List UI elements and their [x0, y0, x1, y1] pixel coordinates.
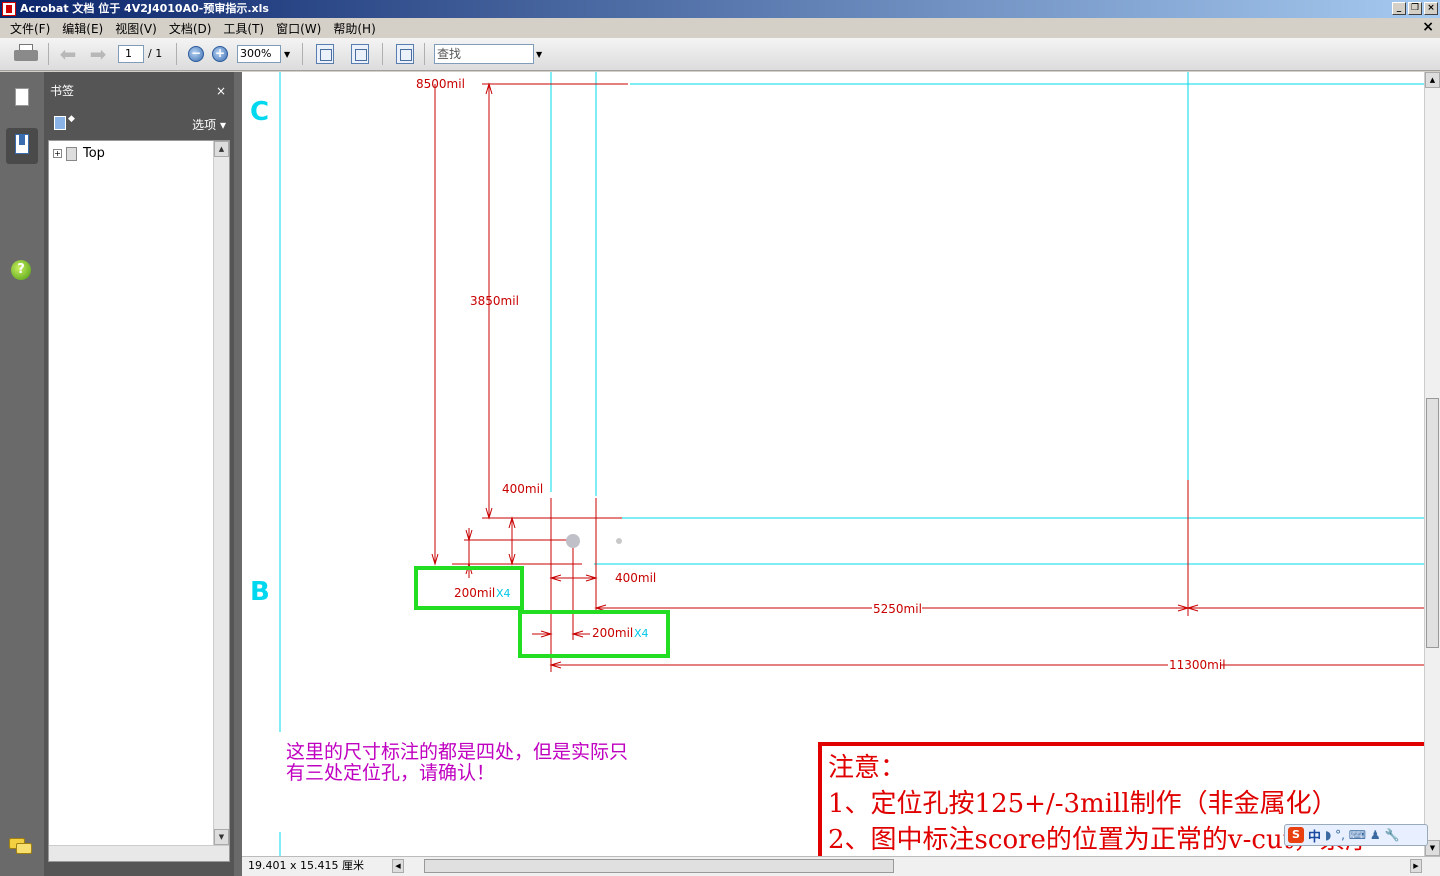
toolbar-separator [302, 43, 303, 65]
toolbar: ⬅ ➡ 1 / 1 − + 300% ▼ 查找 ▼ [0, 38, 1440, 71]
notice-heading: 注意： [828, 753, 907, 783]
minimize-button[interactable]: _ [1392, 2, 1406, 15]
previous-page-icon[interactable]: ⬅ [58, 44, 78, 64]
dim-200-upper: 200mil [454, 586, 495, 600]
options-menu-button[interactable]: 选项 ▾ [192, 116, 226, 133]
menu-help[interactable]: 帮助(H) [327, 20, 381, 37]
review-comment: 这里的尺寸标注的都是四处，但是实际只有三处定位孔，请确认！ [286, 741, 629, 784]
bookmark-horizontal-scrollbar[interactable] [49, 845, 229, 861]
bookmark-item[interactable]: + Top [53, 146, 105, 161]
menu-view[interactable]: 视图(V) [109, 20, 163, 37]
acrobat-app-icon [2, 2, 16, 16]
bookmark-label: Top [83, 146, 105, 161]
page-number-input[interactable]: 1 [118, 45, 144, 63]
menu-tools[interactable]: 工具(T) [217, 20, 270, 37]
document-vertical-scrollbar[interactable]: ▲ ▼ [1424, 72, 1440, 856]
locating-hole [566, 534, 580, 548]
expand-icon[interactable]: + [53, 149, 62, 158]
dim-400-horizontal: 400mil [615, 571, 656, 585]
bookmarks-tab[interactable] [6, 128, 38, 164]
scroll-up-icon[interactable]: ▲ [214, 141, 229, 157]
scrolling-mode-icon[interactable] [396, 44, 414, 64]
drawing-canvas: C B 8500mil 3850mil 400mil 400mil 200mil… [250, 72, 1424, 856]
dim-8500: 8500mil [416, 77, 465, 91]
ime-toolbar[interactable]: S 中 ◗ °, ⌨ ♟ 🔧 [1284, 824, 1428, 846]
zoom-level-input[interactable]: 300% [237, 45, 281, 63]
toolbar-separator [382, 43, 383, 65]
toolbar-separator [424, 43, 425, 65]
print-icon[interactable] [14, 44, 38, 64]
dim-x4-upper: X4 [496, 587, 511, 600]
status-bar: 19.401 x 15.415 厘米 ◀ ▶ [242, 856, 1440, 876]
close-window-button[interactable]: × [1424, 2, 1438, 15]
dim-400-vertical: 400mil [502, 482, 543, 496]
dim-3850: 3850mil [470, 294, 519, 308]
menu-bar: 文件(F) 编辑(E) 视图(V) 文档(D) 工具(T) 窗口(W) 帮助(H… [0, 18, 1440, 38]
pages-tab[interactable] [6, 80, 38, 116]
help-icon[interactable]: ? [11, 260, 31, 280]
row-label-b: B [250, 577, 270, 607]
menu-file[interactable]: 文件(F) [4, 20, 56, 37]
horizontal-scroll-thumb[interactable] [424, 859, 894, 873]
toolbar-separator [176, 43, 177, 65]
dim-200-lower: 200mil [592, 626, 633, 640]
scroll-up-icon[interactable]: ▲ [1425, 72, 1440, 88]
dim-5250: 5250mil [873, 602, 922, 616]
page-total: / 1 [148, 47, 163, 60]
bookmarks-panel: 书签 × ◆ 选项 ▾ + Top ▲ ▼ [44, 72, 234, 876]
page-size-readout: 19.401 x 15.415 厘米 [248, 859, 364, 872]
ime-logo-icon: S [1288, 827, 1304, 843]
bookmark-tree: + Top ▲ ▼ [48, 140, 230, 862]
menu-edit[interactable]: 编辑(E) [56, 20, 109, 37]
bookmarks-title: 书签 [50, 84, 75, 98]
window-title: Acrobat 文档 位于 4V2J4010A0-预审指示.xls [20, 2, 269, 15]
notice-line-1: 1、定位孔按125+/-3mill制作（非金属化） [828, 789, 1338, 819]
dimension-lines [431, 82, 1424, 672]
zoom-out-icon[interactable]: − [188, 46, 204, 62]
new-bookmark-icon[interactable] [54, 116, 66, 130]
toolbar-separator [48, 43, 49, 65]
zoom-dropdown-icon[interactable]: ▼ [284, 50, 290, 59]
menu-window[interactable]: 窗口(W) [270, 20, 327, 37]
scroll-left-icon[interactable]: ◀ [392, 859, 404, 873]
menu-document[interactable]: 文档(D) [163, 20, 218, 37]
document-view: C B 8500mil 3850mil 400mil 400mil 200mil… [242, 72, 1424, 856]
guide-lines [279, 72, 1424, 856]
navigation-tabs: ? [0, 72, 44, 876]
scroll-right-icon[interactable]: ▶ [1410, 859, 1422, 873]
bookmark-icon [15, 134, 29, 154]
fit-page-icon[interactable] [351, 44, 369, 64]
scroll-down-icon[interactable]: ▼ [214, 829, 229, 845]
next-page-icon[interactable]: ➡ [88, 44, 108, 64]
bookmarks-header: 书签 × [44, 78, 234, 104]
search-input[interactable]: 查找 [434, 44, 534, 64]
comments-icon[interactable] [9, 838, 33, 854]
dim-x4-lower: X4 [634, 627, 649, 640]
restore-button[interactable]: ❐ [1408, 2, 1422, 15]
close-panel-button[interactable]: × [216, 78, 226, 104]
scroll-thumb[interactable] [1426, 398, 1439, 648]
window-controls: _ ❐ × [1392, 2, 1438, 15]
bookmark-vertical-scrollbar[interactable]: ▲ ▼ [213, 141, 229, 861]
row-label-c: C [250, 97, 269, 127]
dim-11300: 11300mil [1169, 658, 1226, 672]
fit-width-icon[interactable] [316, 44, 334, 64]
search-dropdown-icon[interactable]: ▼ [536, 50, 542, 59]
title-bar: Acrobat 文档 位于 4V2J4010A0-预审指示.xls _ ❐ × [0, 0, 1440, 18]
zoom-in-icon[interactable]: + [212, 46, 228, 62]
panel-splitter[interactable] [234, 72, 242, 876]
new-bookmark-dropdown-icon[interactable]: ◆ [68, 114, 75, 124]
bookmarks-toolbar: ◆ 选项 ▾ [44, 110, 234, 136]
hole-marker [616, 538, 622, 544]
ime-tools-icons[interactable]: ◗ °, ⌨ ♟ 🔧 [1325, 828, 1399, 842]
ime-mode[interactable]: 中 [1308, 826, 1321, 845]
close-document-button[interactable]: × [1422, 19, 1434, 35]
document-icon [66, 146, 77, 161]
pages-icon [15, 88, 29, 106]
